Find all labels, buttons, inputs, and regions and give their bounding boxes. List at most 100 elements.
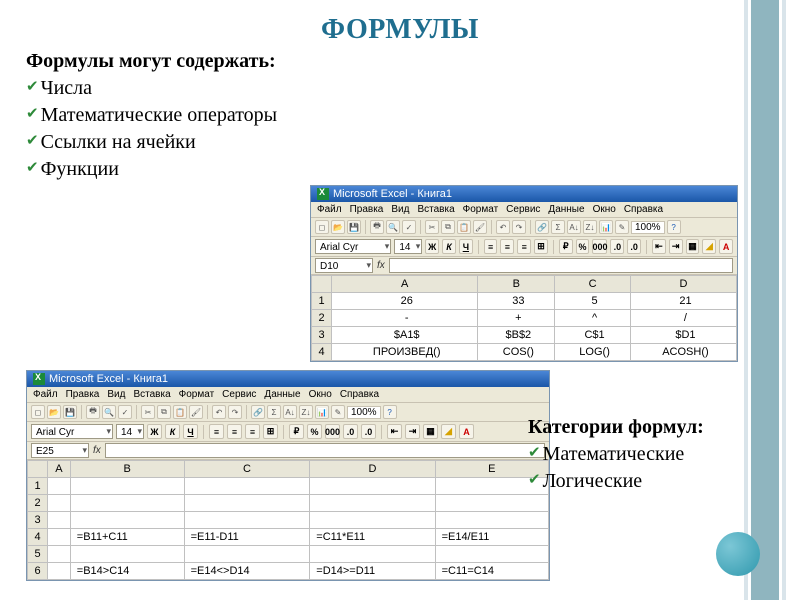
spellcheck-icon[interactable]: ✓ [118, 405, 132, 419]
zoom-combo[interactable]: 100% [631, 221, 665, 234]
align-right-icon[interactable]: ≡ [245, 424, 260, 439]
row-header[interactable]: 1 [28, 478, 48, 495]
cell[interactable] [48, 495, 71, 512]
drawing-icon[interactable]: ✎ [615, 220, 629, 234]
cell[interactable]: 5 [555, 293, 631, 310]
drawing-icon[interactable]: ✎ [331, 405, 345, 419]
fx-icon[interactable]: fx [377, 260, 385, 271]
font-size-combo[interactable]: 14 [394, 239, 422, 254]
cell[interactable]: =D14>=D11 [310, 563, 435, 580]
cell[interactable] [184, 546, 310, 563]
cell[interactable] [184, 495, 310, 512]
sort-asc-icon[interactable]: A↓ [283, 405, 297, 419]
print-icon[interactable]: 🖶 [86, 405, 100, 419]
dec-decimal-icon[interactable]: .0 [627, 239, 641, 254]
cell[interactable]: =E14<>D14 [184, 563, 310, 580]
select-all-corner[interactable] [312, 276, 332, 293]
font-size-combo[interactable]: 14 [116, 424, 144, 439]
menu-file[interactable]: Файл [317, 204, 342, 215]
help-icon[interactable]: ? [383, 405, 397, 419]
cell[interactable] [48, 546, 71, 563]
cell[interactable]: COS() [478, 344, 555, 361]
cell[interactable]: 26 [332, 293, 478, 310]
col-header[interactable]: B [478, 276, 555, 293]
format-painter-icon[interactable]: 🖌 [473, 220, 487, 234]
row-header[interactable]: 2 [28, 495, 48, 512]
copy-icon[interactable]: ⧉ [441, 220, 455, 234]
name-box[interactable]: E25 [31, 443, 89, 458]
cell[interactable]: $D1 [630, 327, 736, 344]
redo-icon[interactable]: ↷ [512, 220, 526, 234]
menu-tools[interactable]: Сервис [506, 204, 540, 215]
spreadsheet-grid[interactable]: A B C D E 1 2 3 4 =B11+C11 =E11-D11 =C11… [27, 460, 549, 580]
menu-file[interactable]: Файл [33, 389, 58, 400]
hyperlink-icon[interactable]: 🔗 [251, 405, 265, 419]
cell[interactable]: ^ [555, 310, 631, 327]
indent-dec-icon[interactable]: ⇤ [387, 424, 402, 439]
menu-edit[interactable]: Правка [66, 389, 100, 400]
cell[interactable] [48, 563, 71, 580]
borders-icon[interactable]: ▦ [423, 424, 438, 439]
cell[interactable] [48, 529, 71, 546]
window-titlebar[interactable]: Microsoft Excel - Книга1 [27, 371, 549, 387]
menu-format[interactable]: Формат [463, 204, 499, 215]
preview-icon[interactable]: 🔍 [386, 220, 400, 234]
menu-data[interactable]: Данные [548, 204, 584, 215]
new-icon[interactable]: ◻ [315, 220, 329, 234]
percent-icon[interactable]: % [307, 424, 322, 439]
cell[interactable]: =C11*E11 [310, 529, 435, 546]
align-center-icon[interactable]: ≡ [227, 424, 242, 439]
cell[interactable] [435, 546, 548, 563]
font-color-icon[interactable]: A [459, 424, 474, 439]
cell[interactable]: + [478, 310, 555, 327]
indent-inc-icon[interactable]: ⇥ [669, 239, 683, 254]
cell[interactable]: =B11+C11 [70, 529, 184, 546]
italic-icon[interactable]: К [165, 424, 180, 439]
menu-format[interactable]: Формат [179, 389, 215, 400]
redo-icon[interactable]: ↷ [228, 405, 242, 419]
underline-icon[interactable]: Ч [183, 424, 198, 439]
menu-insert[interactable]: Вставка [417, 204, 454, 215]
cell[interactable]: - [332, 310, 478, 327]
row-header[interactable]: 3 [312, 327, 332, 344]
currency-icon[interactable]: ₽ [559, 239, 573, 254]
cut-icon[interactable]: ✂ [425, 220, 439, 234]
bold-icon[interactable]: Ж [425, 239, 439, 254]
cell[interactable]: LOG() [555, 344, 631, 361]
merge-icon[interactable]: ⊞ [534, 239, 548, 254]
row-header[interactable]: 4 [312, 344, 332, 361]
preview-icon[interactable]: 🔍 [102, 405, 116, 419]
cell[interactable]: $B$2 [478, 327, 555, 344]
indent-dec-icon[interactable]: ⇤ [652, 239, 666, 254]
cell[interactable] [310, 478, 435, 495]
cell[interactable] [70, 478, 184, 495]
col-header[interactable]: D [630, 276, 736, 293]
cell[interactable] [310, 512, 435, 529]
chart-icon[interactable]: 📊 [315, 405, 329, 419]
col-header[interactable]: B [70, 461, 184, 478]
new-icon[interactable]: ◻ [31, 405, 45, 419]
cell[interactable] [70, 546, 184, 563]
percent-icon[interactable]: % [576, 239, 590, 254]
underline-icon[interactable]: Ч [459, 239, 473, 254]
sort-desc-icon[interactable]: Z↓ [583, 220, 597, 234]
comma-icon[interactable]: 000 [592, 239, 607, 254]
open-icon[interactable]: 📂 [331, 220, 345, 234]
cell[interactable]: 21 [630, 293, 736, 310]
col-header[interactable]: C [555, 276, 631, 293]
menu-window[interactable]: Окно [593, 204, 616, 215]
currency-icon[interactable]: ₽ [289, 424, 304, 439]
cell[interactable]: =B14>C14 [70, 563, 184, 580]
align-left-icon[interactable]: ≡ [209, 424, 224, 439]
menu-view[interactable]: Вид [391, 204, 409, 215]
col-header[interactable]: A [332, 276, 478, 293]
cell[interactable] [310, 495, 435, 512]
menu-data[interactable]: Данные [264, 389, 300, 400]
col-header[interactable]: A [48, 461, 71, 478]
menu-tools[interactable]: Сервис [222, 389, 256, 400]
undo-icon[interactable]: ↶ [212, 405, 226, 419]
menu-view[interactable]: Вид [107, 389, 125, 400]
spreadsheet-grid[interactable]: A B C D 1 26 33 5 21 2 - + ^ / 3 $A1$ $B… [311, 275, 737, 361]
cell[interactable] [435, 495, 548, 512]
hyperlink-icon[interactable]: 🔗 [535, 220, 549, 234]
